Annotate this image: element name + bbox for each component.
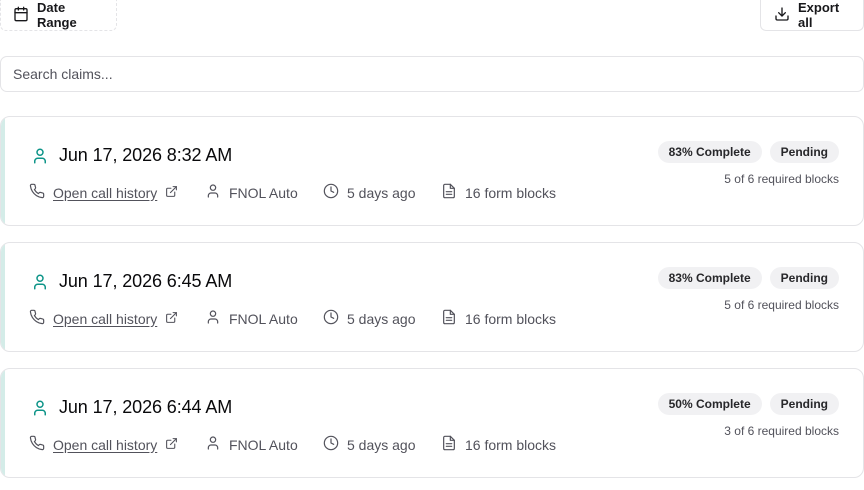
required-blocks-text: 5 of 6 required blocks (724, 298, 839, 312)
clock-icon (323, 183, 339, 202)
calendar-icon (13, 6, 29, 25)
file-text-icon (441, 183, 457, 202)
claim-card[interactable]: Jun 17, 2026 6:45 AM Open call history F… (0, 242, 864, 352)
date-range-label: Date Range (37, 0, 77, 30)
claim-title: Jun 17, 2026 8:32 AM (59, 145, 233, 165)
file-text-icon (441, 435, 457, 454)
open-call-history-link[interactable]: Open call history (53, 185, 157, 201)
claim-title: Jun 17, 2026 6:44 AM (59, 397, 233, 417)
claim-card[interactable]: Jun 17, 2026 6:44 AM Open call history F… (0, 368, 864, 478)
form-blocks-count: 16 form blocks (465, 436, 557, 453)
user-icon (31, 147, 49, 165)
required-blocks-text: 5 of 6 required blocks (724, 172, 839, 186)
external-link-icon[interactable] (165, 311, 178, 327)
download-icon (774, 6, 790, 25)
form-blocks-count: 16 form blocks (465, 184, 557, 201)
claim-type: FNOL Auto (229, 436, 298, 453)
claim-age: 5 days ago (347, 184, 416, 201)
claim-type: FNOL Auto (229, 310, 298, 327)
user-icon (31, 273, 49, 291)
person-icon (205, 183, 221, 202)
claim-age: 5 days ago (347, 436, 416, 453)
person-icon (205, 435, 221, 454)
claim-card[interactable]: Jun 17, 2026 8:32 AM Open call history F… (0, 116, 864, 226)
file-text-icon (441, 309, 457, 328)
status-badge: Pending (769, 267, 839, 289)
clock-icon (323, 309, 339, 328)
external-link-icon[interactable] (165, 185, 178, 201)
status-badge: Pending (769, 393, 839, 415)
claim-title: Jun 17, 2026 6:45 AM (59, 271, 233, 291)
claim-age: 5 days ago (347, 310, 416, 327)
export-all-label: Export all (798, 0, 840, 30)
open-call-history-link[interactable]: Open call history (53, 311, 157, 327)
completion-badge: 83% Complete (657, 267, 762, 289)
external-link-icon[interactable] (165, 437, 178, 453)
search-input[interactable] (0, 56, 864, 92)
required-blocks-text: 3 of 6 required blocks (724, 424, 839, 438)
status-badge: Pending (769, 141, 839, 163)
completion-badge: 50% Complete (657, 393, 762, 415)
claim-type: FNOL Auto (229, 184, 298, 201)
user-icon (31, 399, 49, 417)
date-range-button[interactable]: Date Range (0, 0, 117, 31)
phone-icon (29, 309, 45, 328)
phone-icon (29, 435, 45, 454)
completion-badge: 83% Complete (657, 141, 762, 163)
open-call-history-link[interactable]: Open call history (53, 437, 157, 453)
clock-icon (323, 435, 339, 454)
export-all-button[interactable]: Export all (760, 0, 864, 31)
phone-icon (29, 183, 45, 202)
person-icon (205, 309, 221, 328)
form-blocks-count: 16 form blocks (465, 310, 557, 327)
